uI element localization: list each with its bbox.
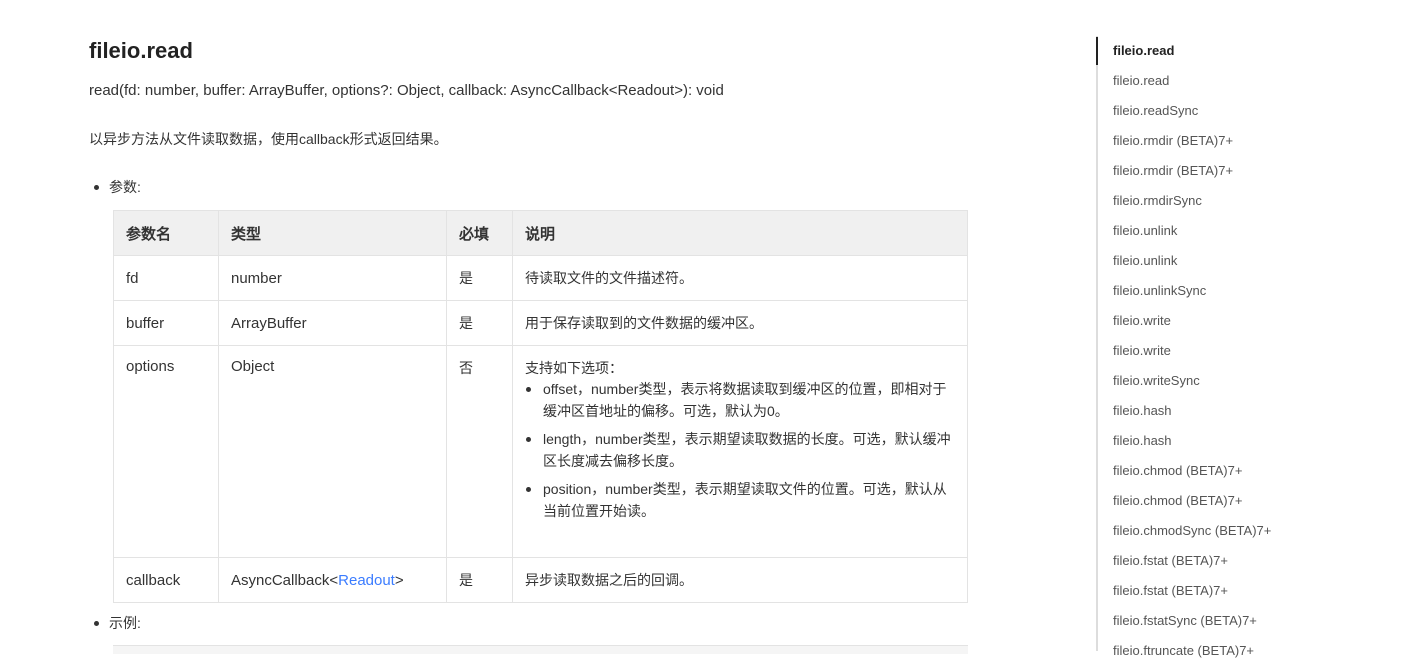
options-intro: 支持如下选项： <box>525 360 623 376</box>
table-row: buffer ArrayBuffer 是 用于保存读取到的文件数据的缓冲区。 <box>113 300 968 346</box>
page-title: fileio.read <box>89 38 193 63</box>
table-row: options Object 否 支持如下选项： offset，number类型… <box>113 345 968 558</box>
type-prefix: AsyncCallback< <box>231 571 339 589</box>
param-type: Object <box>218 345 447 558</box>
option-item: length，number类型，表示期望读取数据的长度。可选，默认缓冲区长度减去… <box>525 428 955 472</box>
method-description: 以异步方法从文件读取数据，使用callback形式返回结果。 <box>89 131 448 147</box>
params-bullet: 参数: <box>94 177 141 197</box>
toc-item[interactable]: fileio.fstatSync (BETA)7+ <box>1098 606 1418 636</box>
option-text: position，number类型，表示期望读取文件的位置。可选，默认从当前位置… <box>543 481 947 519</box>
table-header-cell: 必填 <box>446 210 513 256</box>
toc-item[interactable]: fileio.rmdir (BETA)7+ <box>1098 126 1418 156</box>
bullet-dot-icon <box>526 487 531 492</box>
toc-item[interactable]: fileio.chmod (BETA)7+ <box>1098 486 1418 516</box>
code-block <box>113 645 968 654</box>
example-bullet: 示例: <box>94 613 141 633</box>
bullet-dot-icon <box>94 620 99 626</box>
toc-item[interactable]: fileio.hash <box>1098 426 1418 456</box>
table-row: callback AsyncCallback<Readout> 是 异步读取数据… <box>113 557 968 603</box>
bullet-dot-icon <box>94 184 99 190</box>
bullet-dot-icon <box>526 437 531 442</box>
toc-list: fileio.read fileio.read fileio.readSync … <box>1098 36 1418 666</box>
table-header-cell: 说明 <box>512 210 968 256</box>
param-desc: 用于保存读取到的文件数据的缓冲区。 <box>512 300 968 346</box>
toc-item[interactable]: fileio.read <box>1098 36 1418 66</box>
param-name: options <box>113 345 219 558</box>
toc-active-marker <box>1096 37 1098 65</box>
param-type: AsyncCallback<Readout> <box>218 557 447 603</box>
toc-item[interactable]: fileio.fstat (BETA)7+ <box>1098 546 1418 576</box>
toc-item[interactable]: fileio.chmod (BETA)7+ <box>1098 456 1418 486</box>
param-required: 否 <box>446 345 513 558</box>
table-header-cell: 类型 <box>218 210 447 256</box>
toc-item[interactable]: fileio.rmdirSync <box>1098 186 1418 216</box>
toc-item[interactable]: fileio.write <box>1098 306 1418 336</box>
toc-item[interactable]: fileio.rmdir (BETA)7+ <box>1098 156 1418 186</box>
method-signature: read(fd: number, buffer: ArrayBuffer, op… <box>89 82 724 99</box>
readout-link[interactable]: Readout <box>338 572 395 589</box>
toc-item[interactable]: fileio.unlink <box>1098 246 1418 276</box>
toc-item[interactable]: fileio.hash <box>1098 396 1418 426</box>
param-required: 是 <box>446 300 513 346</box>
param-desc: 异步读取数据之后的回调。 <box>512 557 968 603</box>
table-header-cell: 参数名 <box>113 210 219 256</box>
bullet-dot-icon <box>526 387 531 392</box>
example-label: 示例: <box>109 615 141 631</box>
param-desc: 支持如下选项： offset，number类型，表示将数据读取到缓冲区的位置，即… <box>512 345 968 558</box>
table-of-contents: fileio.read fileio.read fileio.readSync … <box>1096 36 1418 658</box>
toc-item[interactable]: fileio.writeSync <box>1098 366 1418 396</box>
param-type: number <box>218 255 447 301</box>
toc-item[interactable]: fileio.fstat (BETA)7+ <box>1098 576 1418 606</box>
params-table: 参数名 类型 必填 说明 fd number 是 待读取文件的文件描述符。 bu… <box>113 210 968 603</box>
table-header-row: 参数名 类型 必填 说明 <box>113 210 968 256</box>
param-required: 是 <box>446 255 513 301</box>
param-name: fd <box>113 255 219 301</box>
option-item: offset，number类型，表示将数据读取到缓冲区的位置，即相对于缓冲区首地… <box>525 378 955 422</box>
option-text: length，number类型，表示期望读取数据的长度。可选，默认缓冲区长度减去… <box>543 431 951 469</box>
param-type: ArrayBuffer <box>218 300 447 346</box>
toc-item[interactable]: fileio.unlinkSync <box>1098 276 1418 306</box>
toc-item[interactable]: fileio.read <box>1098 66 1418 96</box>
toc-item[interactable]: fileio.chmodSync (BETA)7+ <box>1098 516 1418 546</box>
option-item: position，number类型，表示期望读取文件的位置。可选，默认从当前位置… <box>525 478 955 522</box>
toc-item[interactable]: fileio.ftruncate (BETA)7+ <box>1098 636 1418 666</box>
type-suffix: > <box>394 571 404 589</box>
toc-item[interactable]: fileio.readSync <box>1098 96 1418 126</box>
table-row: fd number 是 待读取文件的文件描述符。 <box>113 255 968 301</box>
option-text: offset，number类型，表示将数据读取到缓冲区的位置，即相对于缓冲区首地… <box>543 381 947 419</box>
param-name: callback <box>113 557 219 603</box>
param-required: 是 <box>446 557 513 603</box>
toc-item[interactable]: fileio.write <box>1098 336 1418 366</box>
param-name: buffer <box>113 300 219 346</box>
param-desc: 待读取文件的文件描述符。 <box>512 255 968 301</box>
options-list: offset，number类型，表示将数据读取到缓冲区的位置，即相对于缓冲区首地… <box>525 378 955 522</box>
toc-item[interactable]: fileio.unlink <box>1098 216 1418 246</box>
params-label: 参数: <box>109 179 141 195</box>
